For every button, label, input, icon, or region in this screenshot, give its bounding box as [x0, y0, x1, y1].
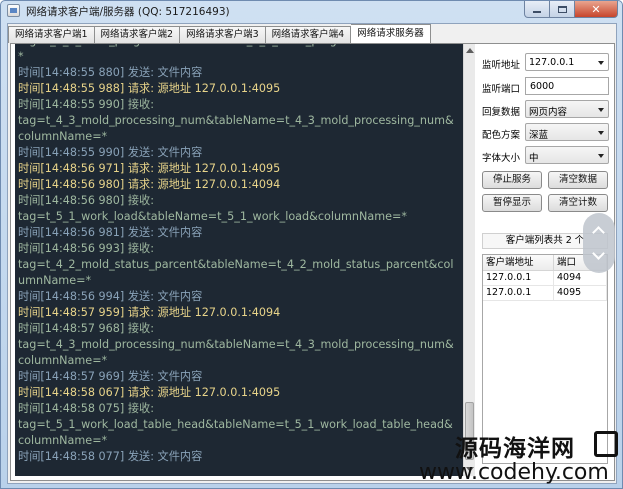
window-controls: ✕ [524, 1, 618, 19]
log-line: tag=t_5_1_mold_progress&tableName=t_5_1_… [18, 44, 452, 63]
log-line: tag=t_5_1_work_load&tableName=t_5_1_work… [18, 210, 407, 223]
log-scrollbar[interactable] [463, 44, 475, 476]
watermark-title: 源码海洋网 [455, 435, 575, 462]
minimize-button[interactable] [524, 1, 550, 18]
watermark-logo [594, 431, 618, 457]
client-area: 网络请求客户端1 网络请求客户端2 网络请求客户端3 网络请求客户端4 网络请求… [7, 23, 617, 484]
font-size-label: 字体大小 [482, 153, 521, 164]
client-port-cell: 4094 [554, 271, 607, 285]
color-scheme-row: 配色方案 深蓝 [482, 123, 609, 143]
reply-data-row: 回复数据 网页内容 [482, 100, 609, 120]
log-line: 时间[14:48:57 959] 请求: 源地址 127.0.0.1:4094 [18, 306, 281, 319]
listen-address-value: 127.0.0.1 [529, 57, 575, 68]
listen-address-row: 监听地址 127.0.0.1 [482, 53, 609, 73]
color-scheme-label: 配色方案 [482, 130, 521, 141]
app-window: 网络请求客户端/服务器 (QQ: 517216493) ✕ 网络请求客户端1 网… [0, 0, 623, 489]
chevron-down-icon[interactable] [592, 247, 605, 260]
listen-address-label: 监听地址 [482, 60, 521, 71]
log-line: tag=t_5_1_work_load_table_head&tableName… [18, 418, 453, 447]
font-size-row: 字体大小 中 [482, 146, 609, 166]
window-title: 网络请求客户端/服务器 (QQ: 517216493) [26, 6, 230, 18]
log-line: 时间[14:48:56 980] 接收: [18, 194, 154, 207]
title-bar[interactable]: 网络请求客户端/服务器 (QQ: 517216493) ✕ [1, 1, 622, 21]
clear-data-button[interactable]: 清空数据 [548, 171, 608, 189]
listen-address-select[interactable]: 127.0.0.1 [525, 53, 609, 71]
log-line: tag=t_4_2_mold_status_parcent&tableName=… [18, 258, 454, 287]
color-scheme-select[interactable]: 深蓝 [525, 123, 609, 141]
tab-client-1[interactable]: 网络请求客户端1 [8, 26, 95, 43]
scroll-up-icon[interactable] [466, 48, 474, 53]
app-icon [7, 4, 20, 17]
log-line: 时间[14:48:57 969] 发送: 文件内容 [18, 370, 203, 383]
log-line: 时间[14:48:56 981] 发送: 文件内容 [18, 226, 203, 239]
font-size-select[interactable]: 中 [525, 146, 609, 164]
client-address-cell: 127.0.0.1 [483, 271, 554, 285]
log-output[interactable]: tag=t_5_1_mold_progress&tableName=t_5_1_… [15, 44, 463, 476]
reply-data-value: 网页内容 [529, 107, 568, 118]
maximize-icon [557, 5, 567, 13]
client-port-cell: 4095 [554, 286, 607, 300]
chevron-down-icon [598, 131, 604, 135]
column-header-address[interactable]: 客户端地址 [483, 255, 554, 270]
reply-data-select[interactable]: 网页内容 [525, 100, 609, 118]
table-row[interactable]: 127.0.0.1 4095 [483, 286, 607, 301]
reply-data-label: 回复数据 [482, 107, 521, 118]
log-line: 时间[14:48:58 075] 接收: [18, 402, 154, 415]
table-row[interactable]: 127.0.0.1 4094 [483, 271, 607, 286]
log-line: 时间[14:48:58 067] 请求: 源地址 127.0.0.1:4095 [18, 386, 281, 399]
log-line: 时间[14:48:56 994] 发送: 文件内容 [18, 290, 203, 303]
log-line: 时间[14:48:56 971] 请求: 源地址 127.0.0.1:4095 [18, 162, 281, 175]
color-scheme-value: 深蓝 [529, 130, 549, 141]
maximize-button[interactable] [550, 1, 575, 18]
pause-display-button[interactable]: 暂停显示 [482, 194, 542, 212]
tab-server[interactable]: 网络请求服务器 [351, 24, 431, 43]
minimize-icon [533, 11, 541, 13]
log-line: 时间[14:48:58 077] 发送: 文件内容 [18, 450, 203, 463]
tab-client-3[interactable]: 网络请求客户端3 [180, 26, 266, 43]
log-line: 时间[14:48:55 880] 发送: 文件内容 [18, 66, 203, 79]
log-line: 时间[14:48:57 968] 接收: [18, 322, 154, 335]
tab-bar: 网络请求客户端1 网络请求客户端2 网络请求客户端3 网络请求客户端4 网络请求… [8, 24, 431, 43]
close-icon: ✕ [591, 2, 601, 16]
watermark: 源码海洋网 www.codehy.com [419, 429, 623, 489]
chevron-down-icon [598, 108, 604, 112]
tab-client-2[interactable]: 网络请求客户端2 [94, 26, 181, 43]
floating-scroll-control[interactable] [583, 213, 615, 273]
close-button[interactable]: ✕ [575, 1, 618, 18]
log-line: 时间[14:48:55 990] 接收: [18, 98, 154, 111]
log-line: 时间[14:48:55 988] 请求: 源地址 127.0.0.1:4095 [18, 82, 281, 95]
chevron-up-icon[interactable] [592, 226, 605, 239]
log-line: 时间[14:48:55 990] 发送: 文件内容 [18, 146, 203, 159]
stop-service-button[interactable]: 停止服务 [482, 171, 542, 189]
clear-count-button[interactable]: 清空计数 [548, 194, 608, 212]
listen-port-label: 监听端口 [482, 84, 521, 95]
log-line: 时间[14:48:56 993] 接收: [18, 242, 154, 255]
chevron-down-icon [598, 154, 604, 158]
listen-port-input[interactable]: 6000 [525, 77, 609, 95]
chevron-down-icon [598, 61, 604, 65]
log-line: 时间[14:48:56 980] 请求: 源地址 127.0.0.1:4094 [18, 178, 281, 191]
font-size-value: 中 [529, 153, 539, 164]
tab-client-4[interactable]: 网络请求客户端4 [265, 26, 352, 43]
listen-port-row: 监听端口 6000 [482, 77, 609, 97]
client-address-cell: 127.0.0.1 [483, 286, 554, 300]
log-line: tag=t_4_3_mold_processing_num&tableName=… [18, 114, 454, 143]
log-lines: tag=t_5_1_mold_progress&tableName=t_5_1_… [18, 44, 454, 465]
server-panel: tag=t_5_1_mold_progress&tableName=t_5_1_… [10, 43, 615, 481]
log-line: tag=t_4_3_mold_processing_num&tableName=… [18, 338, 454, 367]
watermark-url: www.codehy.com [419, 460, 609, 485]
